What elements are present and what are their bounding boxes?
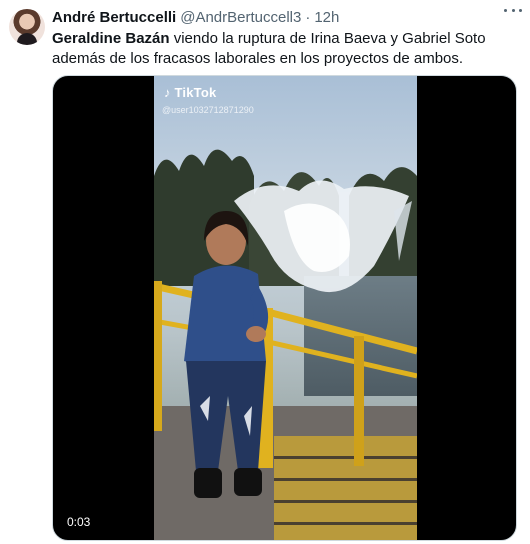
author-display-name[interactable]: André Bertuccelli [52,8,176,28]
author-handle[interactable]: @AndrBertuccell3 [180,8,301,28]
tiktok-note-icon: ♪ [164,85,171,100]
woman-figure [184,211,269,498]
video-frame[interactable]: ♪ TikTok @user1032712871290 [154,76,417,540]
mentioned-name: Geraldine Bazán [52,30,170,47]
tiktok-brand: TikTok [174,85,217,100]
tweet-header: André Bertuccelli @AndrBertuccell3 · 12h [52,8,520,28]
tiktok-username: @user1032712871290 [162,105,254,115]
tweet-timestamp[interactable]: 12h [314,8,339,28]
tiktok-watermark: ♪ TikTok [164,85,216,100]
video-duration-badge: 0:03 [61,512,97,532]
separator-dot: · [305,9,311,26]
tweet-text: Geraldine Bazán viendo la ruptura de Iri… [52,29,522,69]
tweet[interactable]: André Bertuccelli @AndrBertuccell3 · 12h… [0,0,530,544]
video-player[interactable]: ♪ TikTok @user1032712871290 0:03 [52,75,517,541]
author-avatar[interactable] [9,9,45,45]
more-dots-icon[interactable] [502,2,524,18]
